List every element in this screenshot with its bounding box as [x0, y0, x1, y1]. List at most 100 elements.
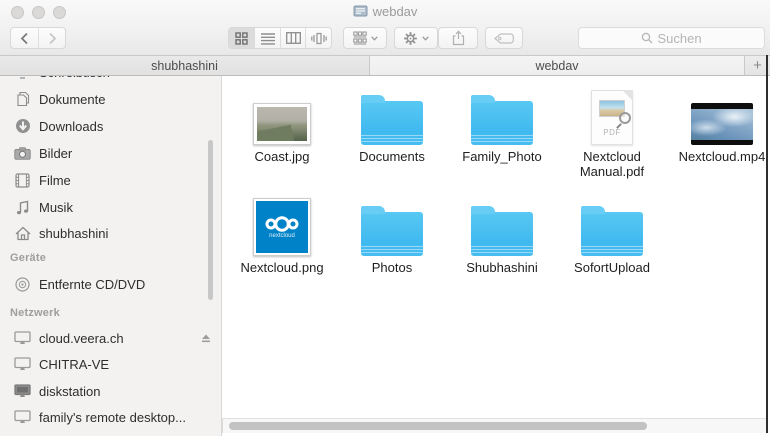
downloads-icon: [14, 118, 31, 134]
film-icon: [14, 172, 31, 188]
sidebar-item-label: Dokumente: [39, 91, 106, 107]
share-button[interactable]: [438, 27, 478, 49]
folder-icon: [361, 206, 423, 256]
file-item-nextcloud-png[interactable]: nextcloud Nextcloud.png: [227, 196, 337, 275]
coverflow-view-button[interactable]: [305, 28, 331, 48]
sidebar-item-label: Downloads: [39, 118, 104, 134]
sidebar-item-chitra-ve[interactable]: CHITRA-VE: [14, 353, 211, 375]
camera-icon: [14, 146, 31, 160]
sidebar-item-label: Musik: [39, 199, 73, 215]
file-name: Nextcloud.mp4: [678, 149, 766, 164]
nextcloud-logo-text: nextcloud: [269, 232, 295, 239]
tab-label: shubhashini: [151, 58, 218, 73]
file-name: Photos: [371, 260, 413, 275]
sidebar-item-label: diskstation: [39, 383, 101, 399]
file-name: Shubhashini: [466, 260, 538, 275]
file-item-shubhashini[interactable]: Shubhashini: [447, 196, 557, 275]
file-browser-area: Coast.jpg Documents Family_Photo PDF Nex…: [222, 76, 768, 436]
file-grid-row-2: nextcloud Nextcloud.png Photos Shubhashi…: [227, 196, 667, 275]
tab-label: webdav: [535, 58, 579, 73]
magnifier-icon: [619, 112, 631, 124]
column-view-button[interactable]: [279, 28, 306, 48]
eject-icon[interactable]: [201, 334, 211, 343]
sidebar-item-label: Bilder: [39, 145, 73, 161]
file-item-nextcloud-manual-pdf[interactable]: PDF Nextcloud Manual.pdf: [557, 85, 667, 179]
window-right-edge: [766, 55, 768, 433]
back-button[interactable]: [11, 28, 38, 48]
nav-buttons: [10, 27, 66, 49]
file-item-photos[interactable]: Photos: [337, 196, 447, 275]
sidebar-item-schreibtisch[interactable]: Schreibtisch: [14, 76, 211, 83]
gear-icon: [404, 31, 417, 45]
arrange-button[interactable]: [343, 27, 387, 49]
file-grid-row-1: Coast.jpg Documents Family_Photo PDF Nex…: [227, 85, 770, 179]
file-item-coast-jpg[interactable]: Coast.jpg: [227, 85, 337, 179]
chevron-down-icon: [422, 35, 429, 41]
share-icon: [452, 30, 464, 46]
sidebar: Schreibtisch Dokumente Downloads Bilder: [0, 76, 222, 436]
search-icon: [642, 32, 653, 44]
sidebar-scrollbar[interactable]: [208, 140, 213, 300]
chevron-down-icon: [370, 35, 378, 41]
titlebar: webdav: [0, 0, 770, 22]
file-item-nextcloud-mp4[interactable]: Nextcloud.mp4: [667, 85, 770, 179]
pdf-icon: PDF: [591, 90, 633, 145]
sidebar-item-label: Filme: [39, 172, 71, 188]
sidebar-item-label: CHITRA-VE: [39, 356, 110, 372]
horizontal-scrollbar-thumb[interactable]: [229, 422, 647, 430]
file-name: Coast.jpg: [254, 149, 310, 164]
file-name: Documents: [359, 149, 425, 164]
file-name: Family_Photo: [462, 149, 542, 164]
network-computer-icon: [14, 410, 31, 424]
finder-window: webdav Suchen shubhashini webdav + Dokum…: [0, 0, 770, 436]
folder-icon: [361, 95, 423, 145]
sidebar-item-home[interactable]: shubhashini: [14, 222, 211, 244]
search-input[interactable]: Suchen: [578, 27, 765, 49]
sidebar-item-label: Entfernte CD/DVD: [39, 276, 146, 292]
pdf-badge: PDF: [603, 128, 621, 137]
music-note-icon: [14, 200, 31, 215]
network-computer-active-icon: [14, 384, 31, 398]
sidebar-item-cloud-veera-ch[interactable]: cloud.veera.ch: [14, 327, 211, 349]
tag-icon: [494, 32, 514, 44]
sidebar-item-downloads[interactable]: Downloads: [14, 115, 211, 137]
plus-icon: +: [753, 57, 762, 74]
action-menu-button[interactable]: [394, 27, 438, 49]
file-item-family-photo[interactable]: Family_Photo: [447, 85, 557, 179]
image-thumbnail-icon: [253, 103, 311, 145]
forward-button[interactable]: [38, 28, 65, 48]
horizontal-scrollbar-track[interactable]: [222, 418, 766, 433]
sidebar-item-entfernte-cd-dvd[interactable]: Entfernte CD/DVD: [14, 273, 211, 295]
icon-view-button[interactable]: [229, 28, 255, 48]
view-mode-control: [228, 27, 332, 49]
desktop-icon: [14, 76, 31, 79]
file-item-sofortupload[interactable]: SofortUpload: [557, 196, 667, 275]
sidebar-item-musik[interactable]: Musik: [14, 196, 211, 218]
tab-webdav[interactable]: webdav: [370, 56, 744, 75]
tag-button[interactable]: [485, 27, 523, 49]
file-item-documents[interactable]: Documents: [337, 85, 447, 179]
pdf-preview-image: [599, 100, 631, 124]
sidebar-item-family-remote-desktop[interactable]: family's remote desktop...: [14, 406, 211, 428]
tab-shubhashini[interactable]: shubhashini: [0, 56, 370, 75]
folder-icon: [471, 95, 533, 145]
video-thumbnail-icon: [691, 103, 753, 145]
home-icon: [14, 226, 31, 241]
file-name: SofortUpload: [574, 260, 650, 275]
sidebar-item-label: cloud.veera.ch: [39, 330, 124, 346]
search-placeholder: Suchen: [657, 30, 702, 46]
tab-bar: shubhashini webdav +: [0, 55, 770, 76]
disc-icon: [14, 276, 31, 292]
window-chrome: webdav Suchen: [0, 0, 770, 55]
folder-icon: [581, 206, 643, 256]
list-view-button[interactable]: [254, 28, 280, 48]
sidebar-section-devices: Geräte: [10, 252, 47, 264]
sidebar-item-bilder[interactable]: Bilder: [14, 142, 211, 164]
folder-icon: [471, 206, 533, 256]
network-computer-icon: [14, 331, 31, 345]
sidebar-item-label: shubhashini: [39, 225, 109, 241]
sidebar-item-diskstation[interactable]: diskstation: [14, 380, 211, 402]
nextcloud-logo-icon: nextcloud: [253, 198, 311, 256]
sidebar-item-filme[interactable]: Filme: [14, 169, 211, 191]
sidebar-item-dokumente[interactable]: Dokumente: [14, 88, 211, 110]
